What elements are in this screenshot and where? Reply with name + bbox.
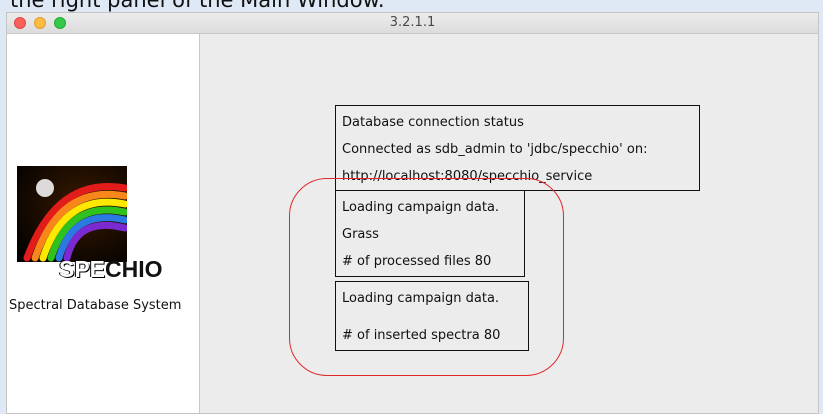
connection-status-heading: Database connection status xyxy=(342,115,524,130)
connection-status-url: http://localhost:8080/specchio_service xyxy=(342,169,593,184)
connection-status-box: Database connection status Connected as … xyxy=(335,105,700,191)
sidebar-panel: SPECHIO Spectral Database System xyxy=(7,34,200,413)
logo-wordmark-suffix: CHIO xyxy=(105,256,163,282)
spectra-progress-heading: Loading campaign data. xyxy=(342,291,500,306)
campaign-progress-heading: Loading campaign data. xyxy=(342,200,500,215)
logo-wordmark-prefix: SPE xyxy=(59,256,106,282)
app-subtitle: Spectral Database System xyxy=(9,298,182,313)
processed-files-count: # of processed files 80 xyxy=(342,254,492,269)
campaign-progress-box: Loading campaign data. Grass # of proces… xyxy=(335,190,525,277)
caption-text: the right panel of the Main Window. xyxy=(10,0,385,12)
campaign-name: Grass xyxy=(342,227,379,242)
window-title: 3.2.1.1 xyxy=(389,15,436,30)
inserted-spectra-count: # of inserted spectra 80 xyxy=(342,328,501,343)
specchio-logo xyxy=(17,166,127,262)
connection-status-connected: Connected as sdb_admin to 'jdbc/specchio… xyxy=(342,142,648,157)
spectra-progress-box: Loading campaign data. # of inserted spe… xyxy=(335,281,529,351)
logo-wordmark: SPECHIO xyxy=(59,256,163,283)
window-titlebar: 3.2.1.1 xyxy=(7,13,818,34)
main-window: 3.2.1.1 SPECHIO Spectral Database System… xyxy=(6,12,819,414)
